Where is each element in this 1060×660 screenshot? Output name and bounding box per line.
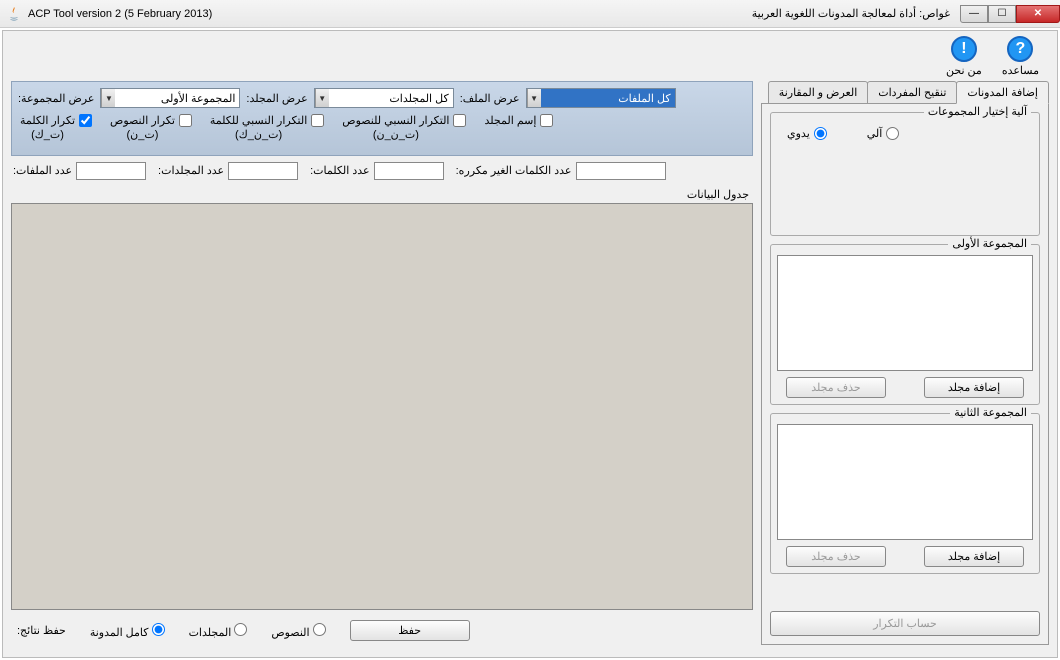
check-text-rel[interactable]: التكرار النسبي للنصوص (ت_ن_ن) [342, 114, 466, 143]
help-icon: ? [1007, 36, 1033, 62]
group-view-combo[interactable]: المجموعة الأولى ▼ [100, 88, 240, 108]
help-label: مساعده [1002, 64, 1039, 77]
save-row: حفظ نتائج: كامل المدونة المجلدات النصوص … [11, 610, 753, 645]
group-view-label: عرض المجموعة: [18, 92, 94, 105]
java-icon [6, 6, 22, 22]
group-two-box: المجموعة الثانية إضافة مجلد حذف مجلد [770, 413, 1040, 574]
folder-view-combo[interactable]: كل المجلدات ▼ [314, 88, 454, 108]
tab-add-corpora[interactable]: إضافة المدونات [956, 81, 1049, 104]
radio-texts[interactable]: النصوص [271, 623, 325, 639]
file-view-label: عرض الملف: [460, 92, 520, 105]
maximize-button[interactable]: ☐ [988, 5, 1016, 23]
group-one-legend: المجموعة الأولى [948, 237, 1031, 250]
check-word-rel[interactable]: التكرار النسبي للكلمة (ت_ن_ك) [210, 114, 324, 143]
group-selection-legend: آلية إختيار المجموعات [924, 105, 1031, 118]
titlebar: ACP Tool version 2 (5 February 2013) غوا… [0, 0, 1060, 28]
check-word-rep[interactable]: تكرار الكلمة (ت_ك) [20, 114, 92, 143]
check-folder-name[interactable]: إسم المجلد [484, 114, 553, 128]
tab-view-compare[interactable]: العرض و المقارنة [768, 81, 868, 103]
group-one-box: المجموعة الأولى إضافة مجلد حذف مجلد [770, 244, 1040, 405]
group-two-add-folder[interactable]: إضافة مجلد [924, 546, 1024, 567]
stats-row: عدد الملفات: عدد المجلدات: عدد الكلمات: … [11, 156, 753, 186]
help-button[interactable]: ? مساعده [1002, 36, 1039, 77]
stat-files: عدد الملفات: [13, 162, 146, 180]
stat-unique-words-input[interactable] [576, 162, 666, 180]
radio-whole-corpus[interactable]: كامل المدونة [90, 623, 165, 639]
stat-folders: عدد المجلدات: [158, 162, 298, 180]
check-word-rep-input[interactable] [79, 114, 92, 127]
tab-refine-vocab[interactable]: تنقيح المفردات [867, 81, 957, 103]
stat-unique-words: عدد الكلمات الغير مكرره: [456, 162, 666, 180]
stat-words: عدد الكلمات: [310, 162, 444, 180]
minimize-button[interactable]: — [960, 5, 988, 23]
save-button[interactable]: حفظ [350, 620, 470, 641]
left-panel: عرض المجموعة: المجموعة الأولى ▼ عرض المج… [11, 81, 753, 645]
window-title-right: غواص: أداة لمعالجة المدونات اللغوية العر… [752, 7, 950, 20]
right-panel: إضافة المدونات تنقيح المفردات العرض و ال… [761, 81, 1049, 645]
info-icon: ! [951, 36, 977, 62]
data-table-label: جدول البيانات [11, 186, 753, 203]
data-grid[interactable] [11, 203, 753, 610]
window-title-left: ACP Tool version 2 (5 February 2013) [28, 8, 212, 20]
tab-bar: إضافة المدونات تنقيح المفردات العرض و ال… [761, 81, 1049, 104]
stat-files-input[interactable] [76, 162, 146, 180]
check-word-rel-input[interactable] [311, 114, 324, 127]
group-one-delete-folder[interactable]: حذف مجلد [786, 377, 886, 398]
radio-manual[interactable]: يدوي [787, 127, 827, 140]
close-button[interactable]: ✕ [1016, 5, 1060, 23]
compute-repetition-button[interactable]: حساب التكرار [770, 611, 1040, 636]
chevron-down-icon: ▼ [101, 89, 115, 107]
chevron-down-icon: ▼ [527, 89, 541, 107]
radio-manual-input[interactable] [814, 127, 827, 140]
app-frame: ! من نحن ? مساعده إضافة المدونات تنقيح ا… [2, 30, 1058, 658]
check-text-rep[interactable]: تكرار النصوص (ت_ن) [110, 114, 192, 143]
tab-body: آلية إختيار المجموعات يدوي آلي المجموعة … [761, 104, 1049, 645]
check-text-rep-input[interactable] [179, 114, 192, 127]
chevron-down-icon: ▼ [315, 89, 329, 107]
toolbar: ! من نحن ? مساعده [3, 31, 1057, 81]
stat-words-input[interactable] [374, 162, 444, 180]
check-text-rel-input[interactable] [453, 114, 466, 127]
group-two-delete-folder[interactable]: حذف مجلد [786, 546, 886, 567]
group-selection-mode: آلية إختيار المجموعات يدوي آلي [770, 112, 1040, 236]
radio-auto-input[interactable] [886, 127, 899, 140]
radio-auto[interactable]: آلي [867, 127, 900, 140]
stat-folders-input[interactable] [228, 162, 298, 180]
radio-folders[interactable]: المجلدات [189, 623, 248, 639]
about-button[interactable]: ! من نحن [946, 36, 982, 77]
group-one-add-folder[interactable]: إضافة مجلد [924, 377, 1024, 398]
save-results-label: حفظ نتائج: [17, 624, 66, 637]
check-folder-name-input[interactable] [540, 114, 553, 127]
group-two-list[interactable] [777, 424, 1033, 540]
folder-view-label: عرض المجلد: [246, 92, 307, 105]
group-two-legend: المجموعة الثانية [950, 406, 1031, 419]
group-one-list[interactable] [777, 255, 1033, 371]
file-view-combo[interactable]: كل الملفات ▼ [526, 88, 676, 108]
about-label: من نحن [946, 64, 982, 77]
filter-panel: عرض المجموعة: المجموعة الأولى ▼ عرض المج… [11, 81, 753, 156]
